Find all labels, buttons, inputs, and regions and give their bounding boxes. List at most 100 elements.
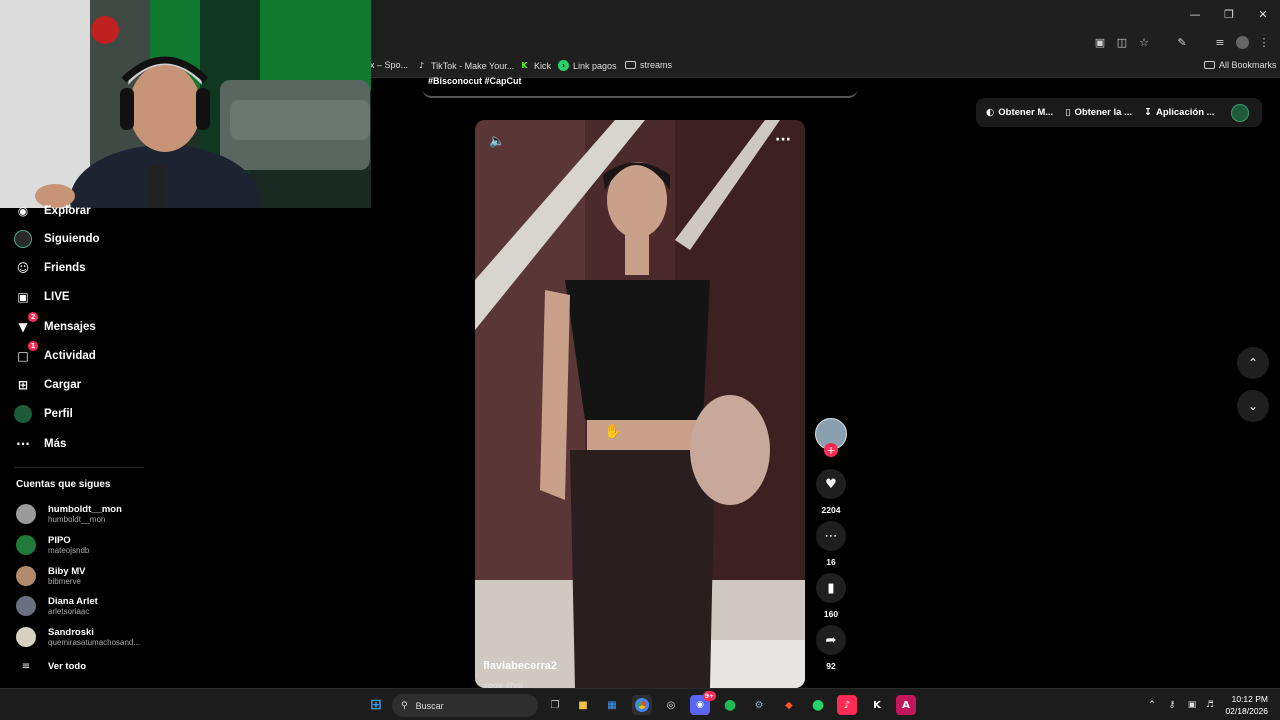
account-name: Sandroski	[48, 627, 94, 638]
sidebar-item-activity[interactable]: □ 1 Actividad	[14, 341, 96, 365]
user-avatar[interactable]	[1230, 103, 1249, 122]
desktop-app-button[interactable]: ↧ Aplicación ...	[1144, 107, 1215, 118]
following-account[interactable]: Diana Arlet arletsoriaac	[16, 596, 98, 616]
translate-icon[interactable]: ▣	[1092, 34, 1108, 50]
webcam-overlay	[0, 0, 371, 208]
tiktok-icon: ♪	[418, 61, 425, 70]
download-icon: ↧	[1143, 107, 1152, 118]
account-name: Biby MV	[48, 566, 86, 577]
follow-plus-icon[interactable]: +	[824, 443, 838, 457]
windows-start-icon[interactable]: ⊞	[366, 695, 386, 715]
sidebar-item-friends[interactable]: ☺ Friends	[14, 259, 86, 277]
get-app-button[interactable]: ▯ Obtener la ...	[1065, 107, 1132, 118]
store-icon[interactable]: ▦	[602, 695, 622, 715]
sidebar-item-explore[interactable]: ◉ Explorar	[14, 202, 91, 220]
bookmark-item[interactable]: ♪ TikTok - Make Your...	[416, 60, 514, 71]
microphone-icon[interactable]: ⚷	[1162, 695, 1182, 715]
discord-icon[interactable]: ◉ 9+	[690, 691, 716, 715]
sidebar-item-more[interactable]: ··· Más	[14, 435, 66, 453]
discord-badge: 9+	[703, 691, 716, 701]
minimize-icon[interactable]: —	[1178, 0, 1212, 28]
video-frame	[475, 120, 805, 688]
sidebar-divider	[14, 467, 144, 468]
more-options-icon[interactable]: ···	[775, 132, 791, 148]
sidebar-item-upload[interactable]: ⊞ Cargar	[14, 376, 81, 394]
sidebar-item-messages[interactable]: ▼ 2 Mensajes	[14, 312, 96, 336]
task-view-icon[interactable]: ❐	[545, 695, 565, 715]
see-all-button[interactable]: ≡ Ver todo	[16, 661, 86, 672]
menu-icon[interactable]: ⋮	[1256, 34, 1272, 50]
following-account[interactable]: PIPO mateojsndb	[16, 535, 89, 555]
following-account[interactable]: Biby MV bibmerve	[16, 566, 85, 586]
next-video-button[interactable]: ⌄	[1237, 390, 1269, 422]
following-account[interactable]: humboldt__mon humboldt__mon	[16, 504, 122, 524]
get-coins-button[interactable]: ◐ Obtener M...	[986, 107, 1053, 118]
kick-app-icon[interactable]: K	[867, 695, 887, 715]
account-handle: humboldt__mon	[48, 515, 106, 524]
file-explorer-icon[interactable]: ■	[573, 695, 593, 715]
close-icon[interactable]: ✕	[1246, 0, 1280, 28]
sidebar-item-live[interactable]: ▣ LIVE	[14, 288, 70, 306]
bookmark-label: TikTok - Make Your...	[431, 60, 515, 71]
volume-icon[interactable]: ♬	[1200, 695, 1220, 715]
account-name: humboldt__mon	[48, 504, 122, 515]
comment-button[interactable]: ⋯	[816, 521, 846, 551]
video-hashtags[interactable]: #pov #fyp	[483, 680, 523, 688]
video-player[interactable]: 🔈 ··· flaviabecerra2 #pov #fyp	[475, 120, 805, 688]
save-button[interactable]: ▮	[816, 573, 846, 603]
desktop-app-label: Aplicación ...	[1155, 107, 1215, 118]
extensions-icon[interactable]: ✎	[1174, 34, 1190, 50]
bookmark-label: streams	[640, 60, 673, 70]
bookmark-label: Link pagos	[573, 60, 617, 71]
all-bookmarks[interactable]: All Bookmarks	[1204, 60, 1277, 70]
window-controls: — ❐ ✕	[1178, 0, 1280, 28]
tiktok-app-icon[interactable]: ♪	[837, 695, 857, 715]
install-app-icon[interactable]: ◫	[1114, 34, 1130, 50]
brave-icon[interactable]: ◆	[779, 695, 799, 715]
chevron-up-icon[interactable]: ⌃	[1142, 695, 1162, 715]
taskbar-search[interactable]: ⚲ Buscar	[392, 694, 538, 717]
sidebar-item-label: Cargar	[44, 379, 82, 391]
following-account[interactable]: Sandroski quemirasatumachosand...	[16, 627, 140, 647]
share-count: 92	[826, 661, 836, 671]
sidebar-item-label: LIVE	[44, 291, 70, 303]
account-handle: arletsoriaac	[48, 607, 90, 616]
app-icon[interactable]: A	[896, 695, 916, 715]
like-button[interactable]: ♥	[816, 469, 846, 499]
bookmark-item[interactable]: K Kick	[519, 60, 551, 71]
obs-icon[interactable]: ◎	[661, 695, 681, 715]
sidebar-item-profile[interactable]: Perfil	[14, 405, 73, 423]
video-username[interactable]: flaviabecerra2	[483, 660, 557, 672]
more-icon: ···	[16, 437, 30, 451]
steam-icon[interactable]: ⚙	[749, 695, 769, 715]
volume-icon[interactable]: 🔈	[489, 134, 505, 149]
bookmark-item[interactable]: ix – Spo...	[368, 60, 408, 70]
webcam-image	[0, 0, 371, 208]
toolbar-icons: ▣ ◫ ☆ ✎ ≡ ⋮	[1092, 28, 1272, 56]
activity-icon: □ 1	[14, 341, 38, 365]
chevron-down-icon: ⌄	[1247, 399, 1259, 413]
profile-icon[interactable]	[1234, 34, 1250, 50]
sidebar-item-label: Perfil	[44, 408, 73, 420]
network-icon[interactable]: ▣	[1182, 695, 1202, 715]
chevron-up-icon: ⌃	[1247, 356, 1259, 370]
whatsapp-icon[interactable]: ●	[808, 695, 828, 715]
media-icon[interactable]: ≡	[1212, 34, 1228, 50]
sidebar-item-label: Más	[44, 438, 67, 450]
bookmark-item[interactable]: streams	[625, 60, 672, 70]
bookmark-star-icon[interactable]: ☆	[1136, 34, 1152, 50]
spotify-icon[interactable]: ●	[720, 695, 740, 715]
save-count: 160	[823, 609, 839, 619]
system-clock[interactable]: 10:12 PM 02/18/2026	[1225, 693, 1268, 717]
upload-icon: ⊞	[17, 378, 29, 392]
share-button[interactable]: ➦	[816, 625, 846, 655]
coin-icon: ◐	[986, 107, 995, 118]
chrome-icon[interactable]	[632, 695, 652, 715]
friends-icon: ☺	[16, 261, 30, 275]
bookmark-item[interactable]: › Link pagos	[558, 60, 617, 71]
profile-avatar-icon	[14, 405, 32, 423]
previous-video-button[interactable]: ⌃	[1237, 347, 1269, 379]
restore-icon[interactable]: ❐	[1212, 0, 1246, 28]
link-icon: ›	[558, 60, 569, 71]
sidebar-item-following[interactable]: Siguiendo	[14, 230, 100, 248]
